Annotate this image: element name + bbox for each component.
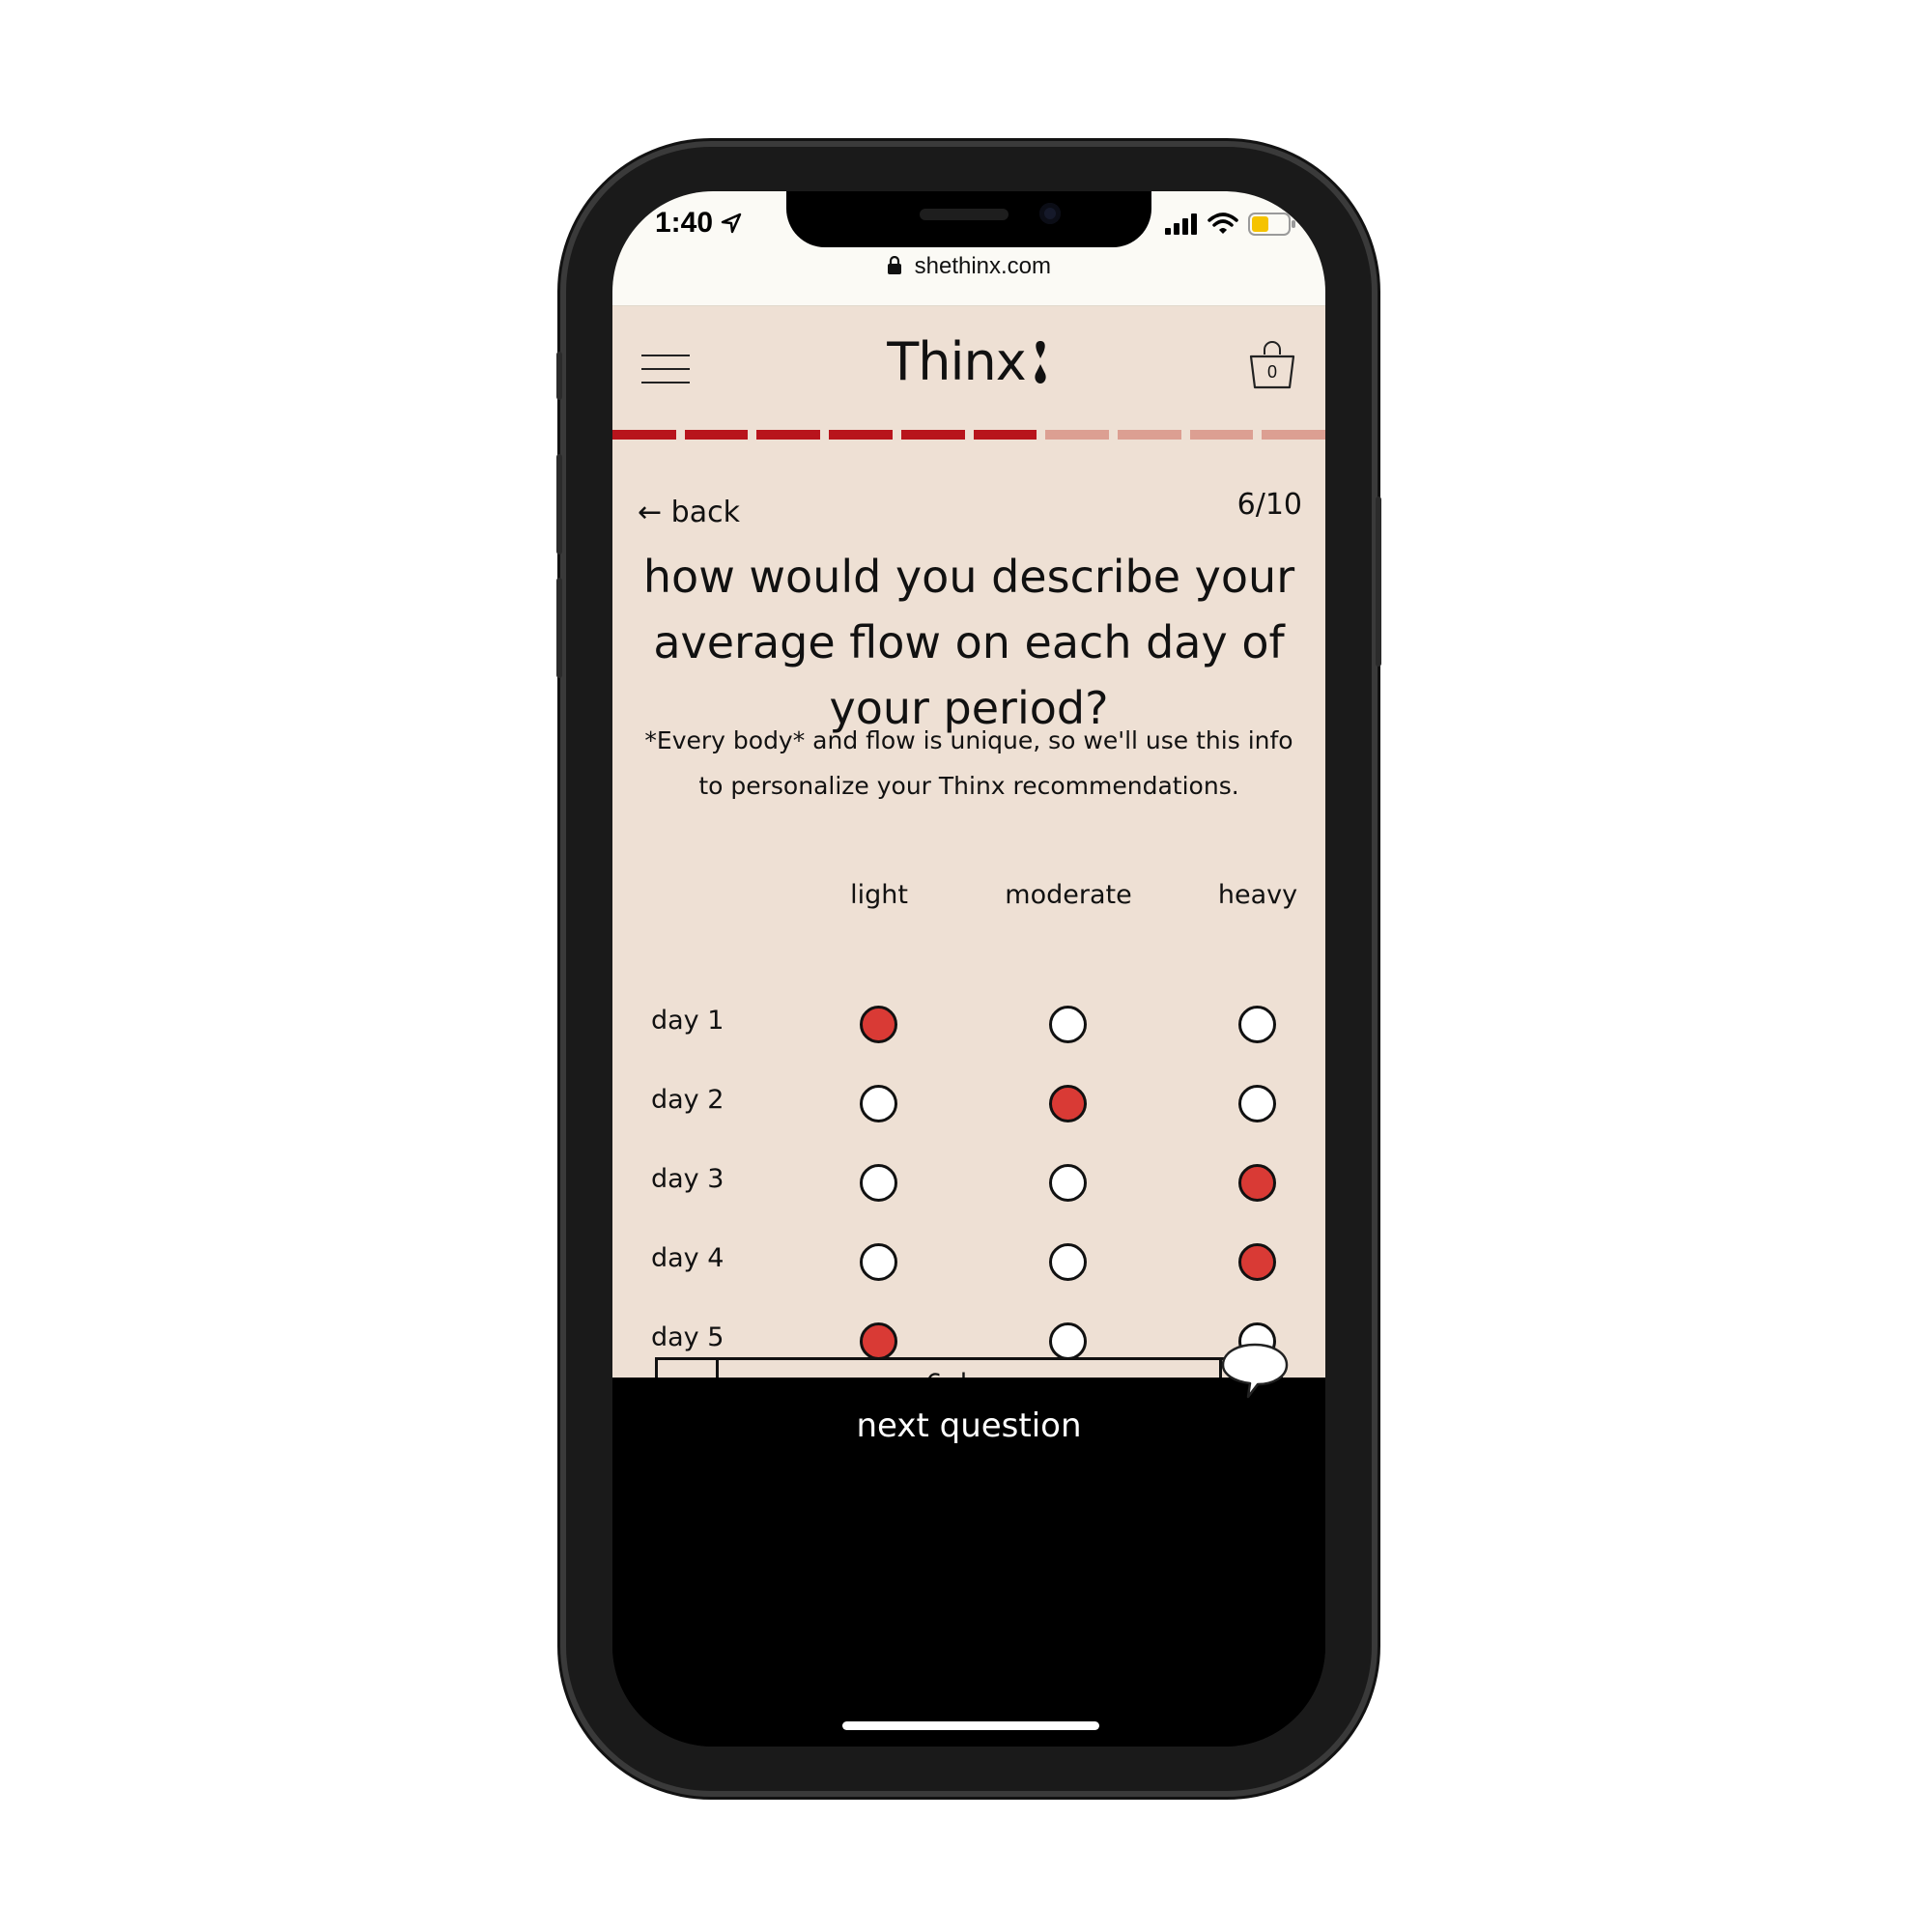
progress-segment — [1045, 430, 1109, 440]
row-label: day 1 — [651, 1006, 724, 1036]
wifi-icon — [1208, 213, 1238, 234]
progress-segment — [756, 430, 821, 440]
flow-radio-moderate[interactable] — [1049, 1243, 1087, 1281]
flow-radio-light[interactable] — [860, 1006, 897, 1043]
back-link[interactable]: ← back — [638, 496, 740, 529]
earpiece-speaker — [920, 209, 1009, 220]
flow-radio-heavy[interactable] — [1238, 1085, 1276, 1122]
cart-button[interactable]: 0 — [1248, 341, 1296, 391]
battery-icon — [1248, 213, 1295, 236]
flow-radio-light[interactable] — [860, 1322, 897, 1360]
progress-segment — [612, 430, 676, 440]
status-time: 1:40 — [655, 207, 742, 240]
row-label: day 2 — [651, 1085, 724, 1115]
location-arrow-icon — [722, 213, 742, 234]
flow-radio-moderate[interactable] — [1049, 1164, 1087, 1202]
flow-radio-light[interactable] — [860, 1164, 897, 1202]
thinx-logo[interactable]: Thinx — [612, 331, 1325, 392]
progress-segment — [973, 430, 1037, 440]
row-label: day 3 — [651, 1164, 724, 1194]
flow-radio-light[interactable] — [860, 1243, 897, 1281]
progress-segment — [1189, 430, 1254, 440]
column-header-heavy: heavy — [1217, 880, 1298, 910]
silent-switch — [556, 352, 562, 400]
chat-bubble-icon[interactable] — [1219, 1341, 1291, 1401]
volume-down-button — [556, 578, 562, 678]
phone-screen: 1:40 shethinx.com Thinx 0 ← back 6/10 ho… — [612, 191, 1325, 1747]
url-bar[interactable]: shethinx.com — [612, 253, 1325, 280]
volume-up-button — [556, 454, 562, 554]
flow-radio-moderate[interactable] — [1049, 1085, 1087, 1122]
next-question-bar: next question — [612, 1378, 1325, 1747]
notch — [786, 191, 1151, 247]
next-question-button[interactable]: next question — [612, 1406, 1325, 1445]
step-counter: 6/10 — [1236, 488, 1302, 522]
column-header-moderate: moderate — [1005, 880, 1132, 910]
progress-segment — [684, 430, 749, 440]
row-label: day 4 — [651, 1243, 724, 1273]
cellular-signal-icon — [1165, 213, 1197, 235]
quiz-page: Thinx 0 ← back 6/10 how would you descri… — [612, 306, 1325, 1439]
flow-radio-moderate[interactable] — [1049, 1006, 1087, 1043]
power-button — [1376, 497, 1381, 667]
flow-radio-heavy[interactable] — [1238, 1243, 1276, 1281]
flow-radio-moderate[interactable] — [1049, 1322, 1087, 1360]
browser-chrome: 1:40 shethinx.com — [612, 191, 1325, 306]
progress-segment — [1262, 430, 1325, 440]
question-subtitle: *Every body* and flow is unique, so we'l… — [644, 726, 1293, 800]
row-label: day 5 — [651, 1322, 724, 1352]
question-title: how would you describe your average flow… — [642, 551, 1295, 734]
flow-radio-light[interactable] — [860, 1085, 897, 1122]
progress-segment — [1117, 430, 1181, 440]
url-text: shethinx.com — [914, 253, 1052, 279]
progress-segment — [900, 430, 965, 440]
quiz-progress-bar — [612, 430, 1325, 440]
flow-radio-heavy[interactable] — [1238, 1164, 1276, 1202]
flow-radio-heavy[interactable] — [1238, 1006, 1276, 1043]
cart-count: 0 — [1266, 362, 1277, 382]
drop-mark-icon — [1035, 341, 1046, 384]
front-camera — [1039, 203, 1061, 224]
logo-text: Thinx — [887, 331, 1026, 392]
status-icons — [1165, 213, 1296, 236]
column-header-light: light — [850, 880, 908, 910]
home-indicator — [842, 1721, 1099, 1730]
lock-icon — [887, 256, 901, 274]
site-header: Thinx 0 — [612, 306, 1325, 422]
phone-frame: 1:40 shethinx.com Thinx 0 ← back 6/10 ho… — [556, 147, 1381, 1791]
progress-segment — [829, 430, 893, 440]
